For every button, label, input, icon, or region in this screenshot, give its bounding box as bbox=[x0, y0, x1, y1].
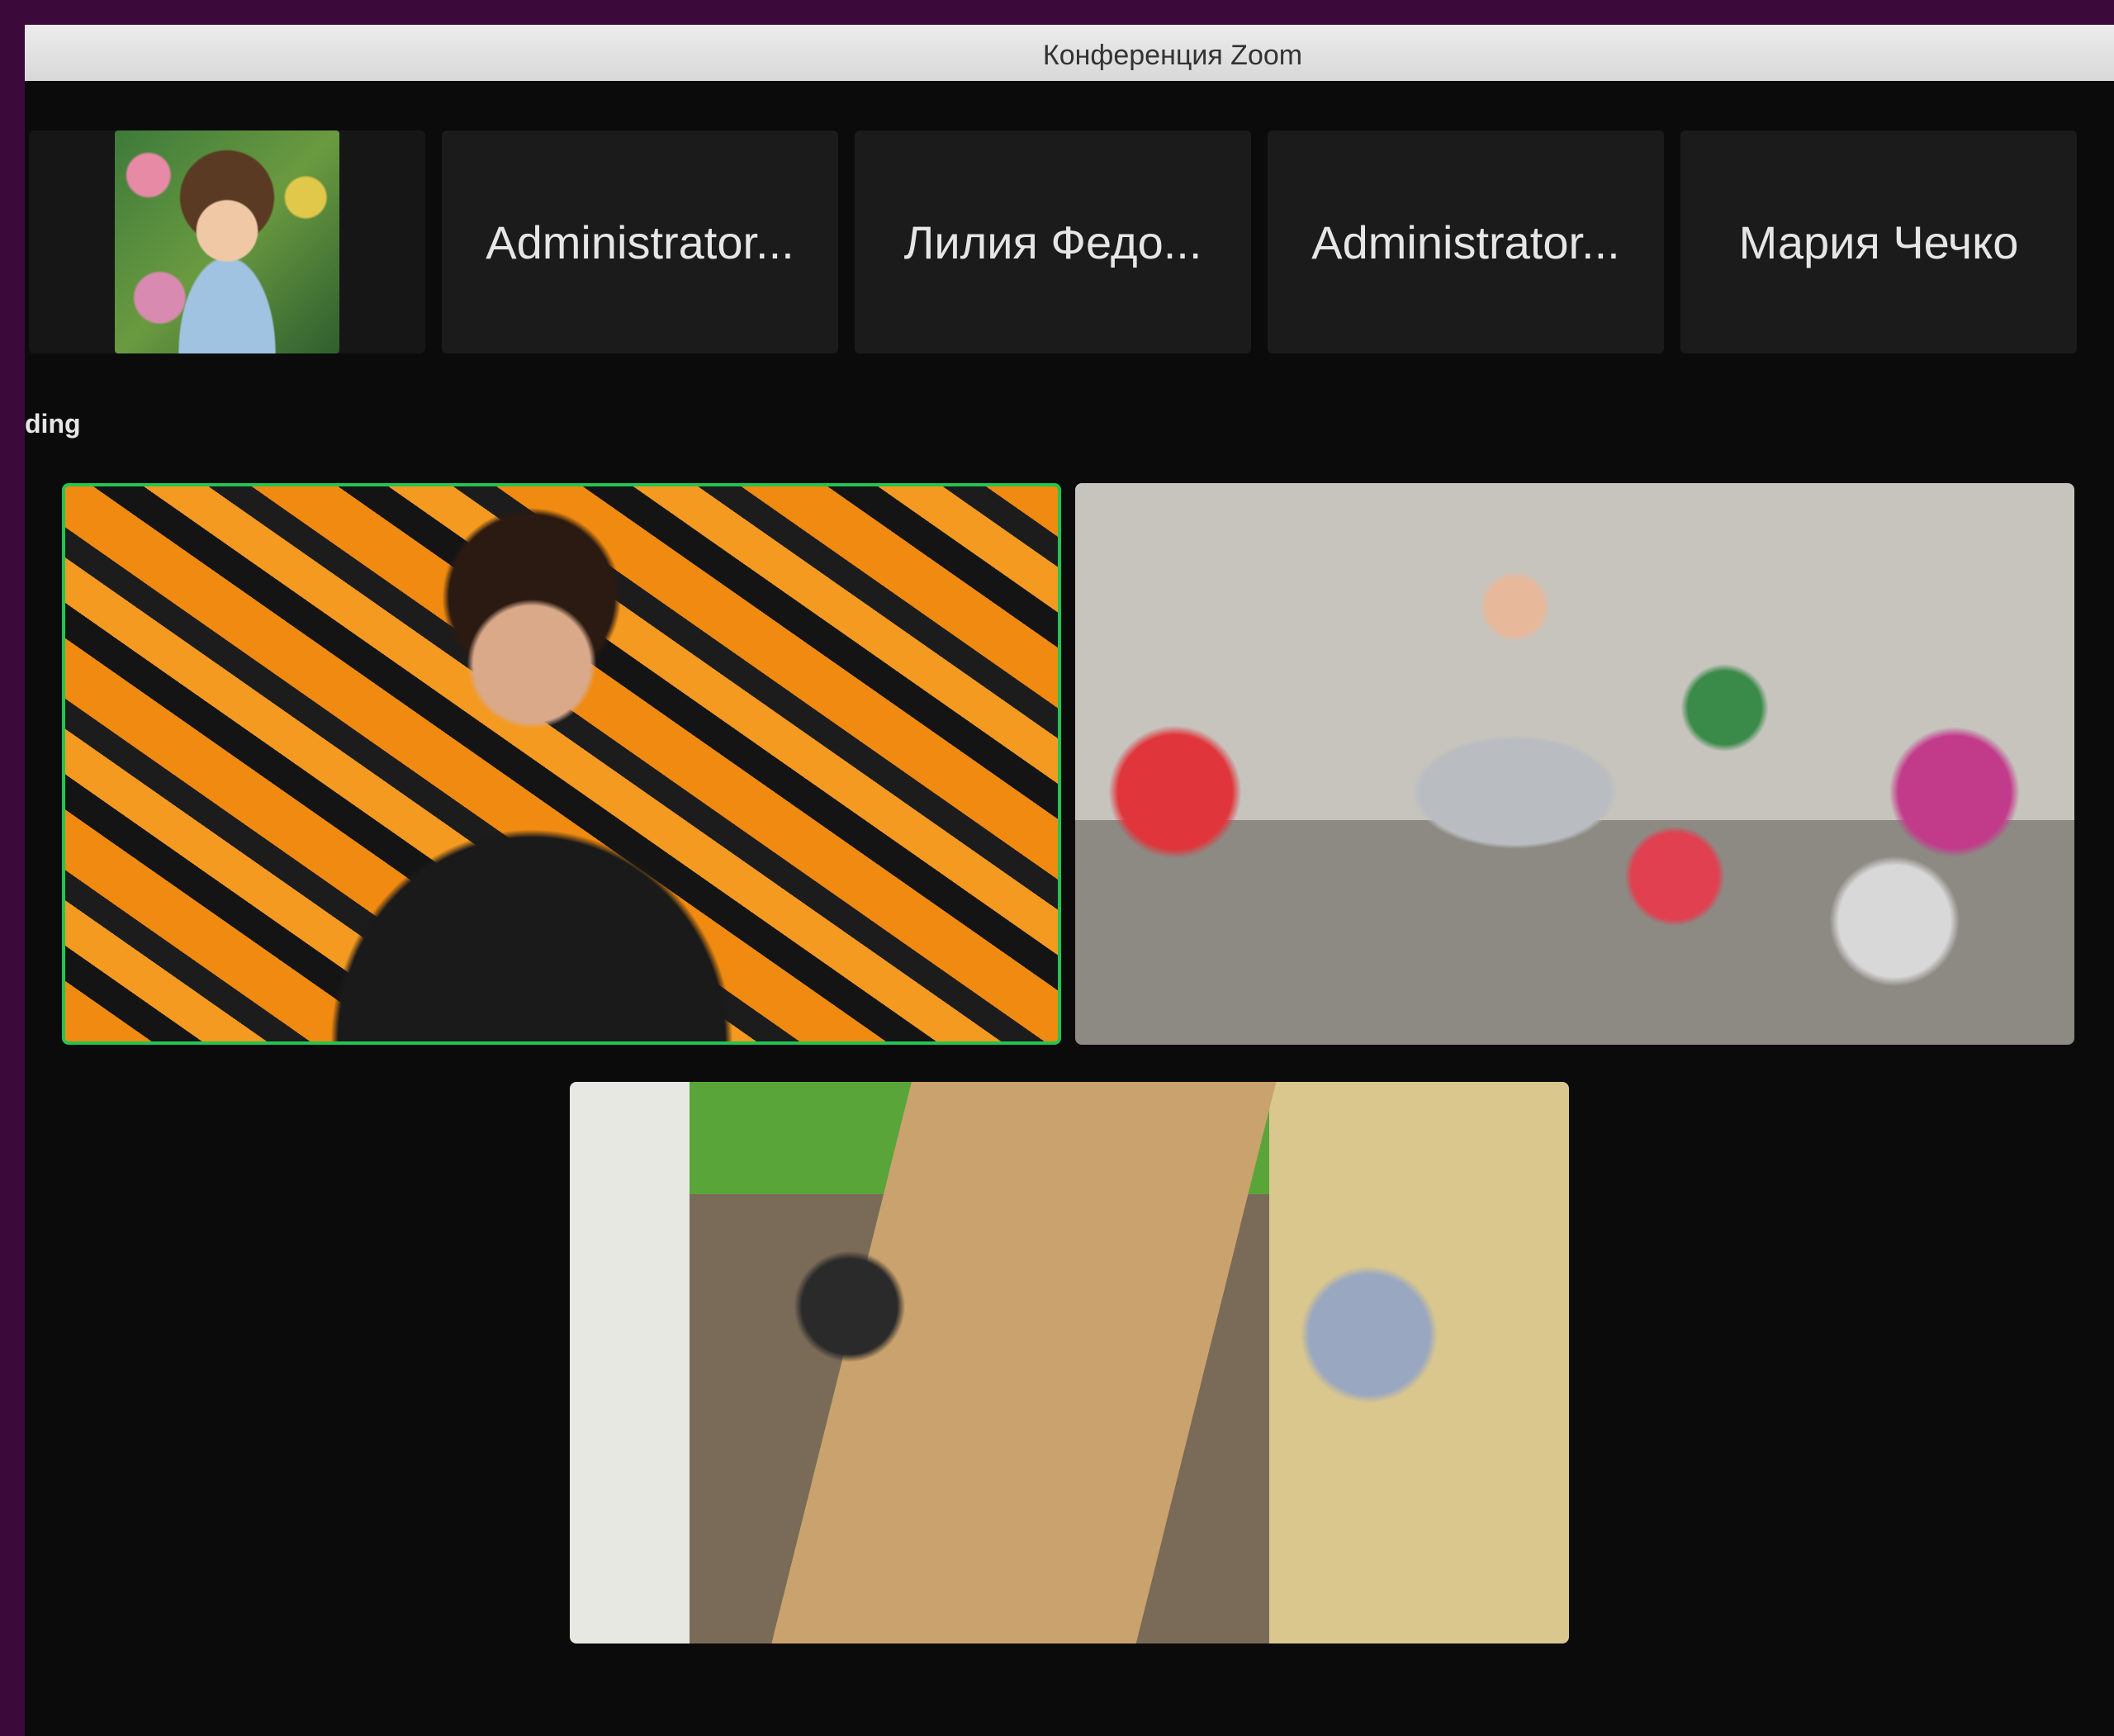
recording-indicator: ding bbox=[25, 409, 81, 439]
participant-name: Administrator... bbox=[1311, 216, 1620, 268]
participant-thumbnail[interactable]: Administrator... bbox=[1268, 130, 1664, 353]
participant-thumbnail[interactable]: Лилия Федо... bbox=[855, 130, 1251, 353]
zoom-window: Конференция Zoom Administrator... Лилия … bbox=[25, 25, 2114, 1736]
participant-name: Лилия Федо... bbox=[903, 216, 1202, 268]
participant-thumbnail[interactable]: Administrator... bbox=[442, 130, 838, 353]
participant-name: Мария Чечко bbox=[1738, 216, 2019, 268]
video-tile[interactable] bbox=[1075, 483, 2074, 1045]
title-bar: Конференция Zoom bbox=[25, 25, 2114, 82]
participant-name: Administrator... bbox=[486, 216, 794, 268]
video-tile-active-speaker[interactable] bbox=[62, 483, 1061, 1045]
participant-thumbnail[interactable]: Мария Чечко bbox=[1680, 130, 2077, 353]
participant-video bbox=[115, 130, 339, 353]
window-title: Конференция Zoom bbox=[1042, 40, 1303, 71]
participant-thumbnail-self[interactable] bbox=[29, 130, 425, 353]
participants-strip: Administrator... Лилия Федо... Administr… bbox=[25, 81, 2114, 378]
video-tile[interactable] bbox=[570, 1082, 1569, 1644]
